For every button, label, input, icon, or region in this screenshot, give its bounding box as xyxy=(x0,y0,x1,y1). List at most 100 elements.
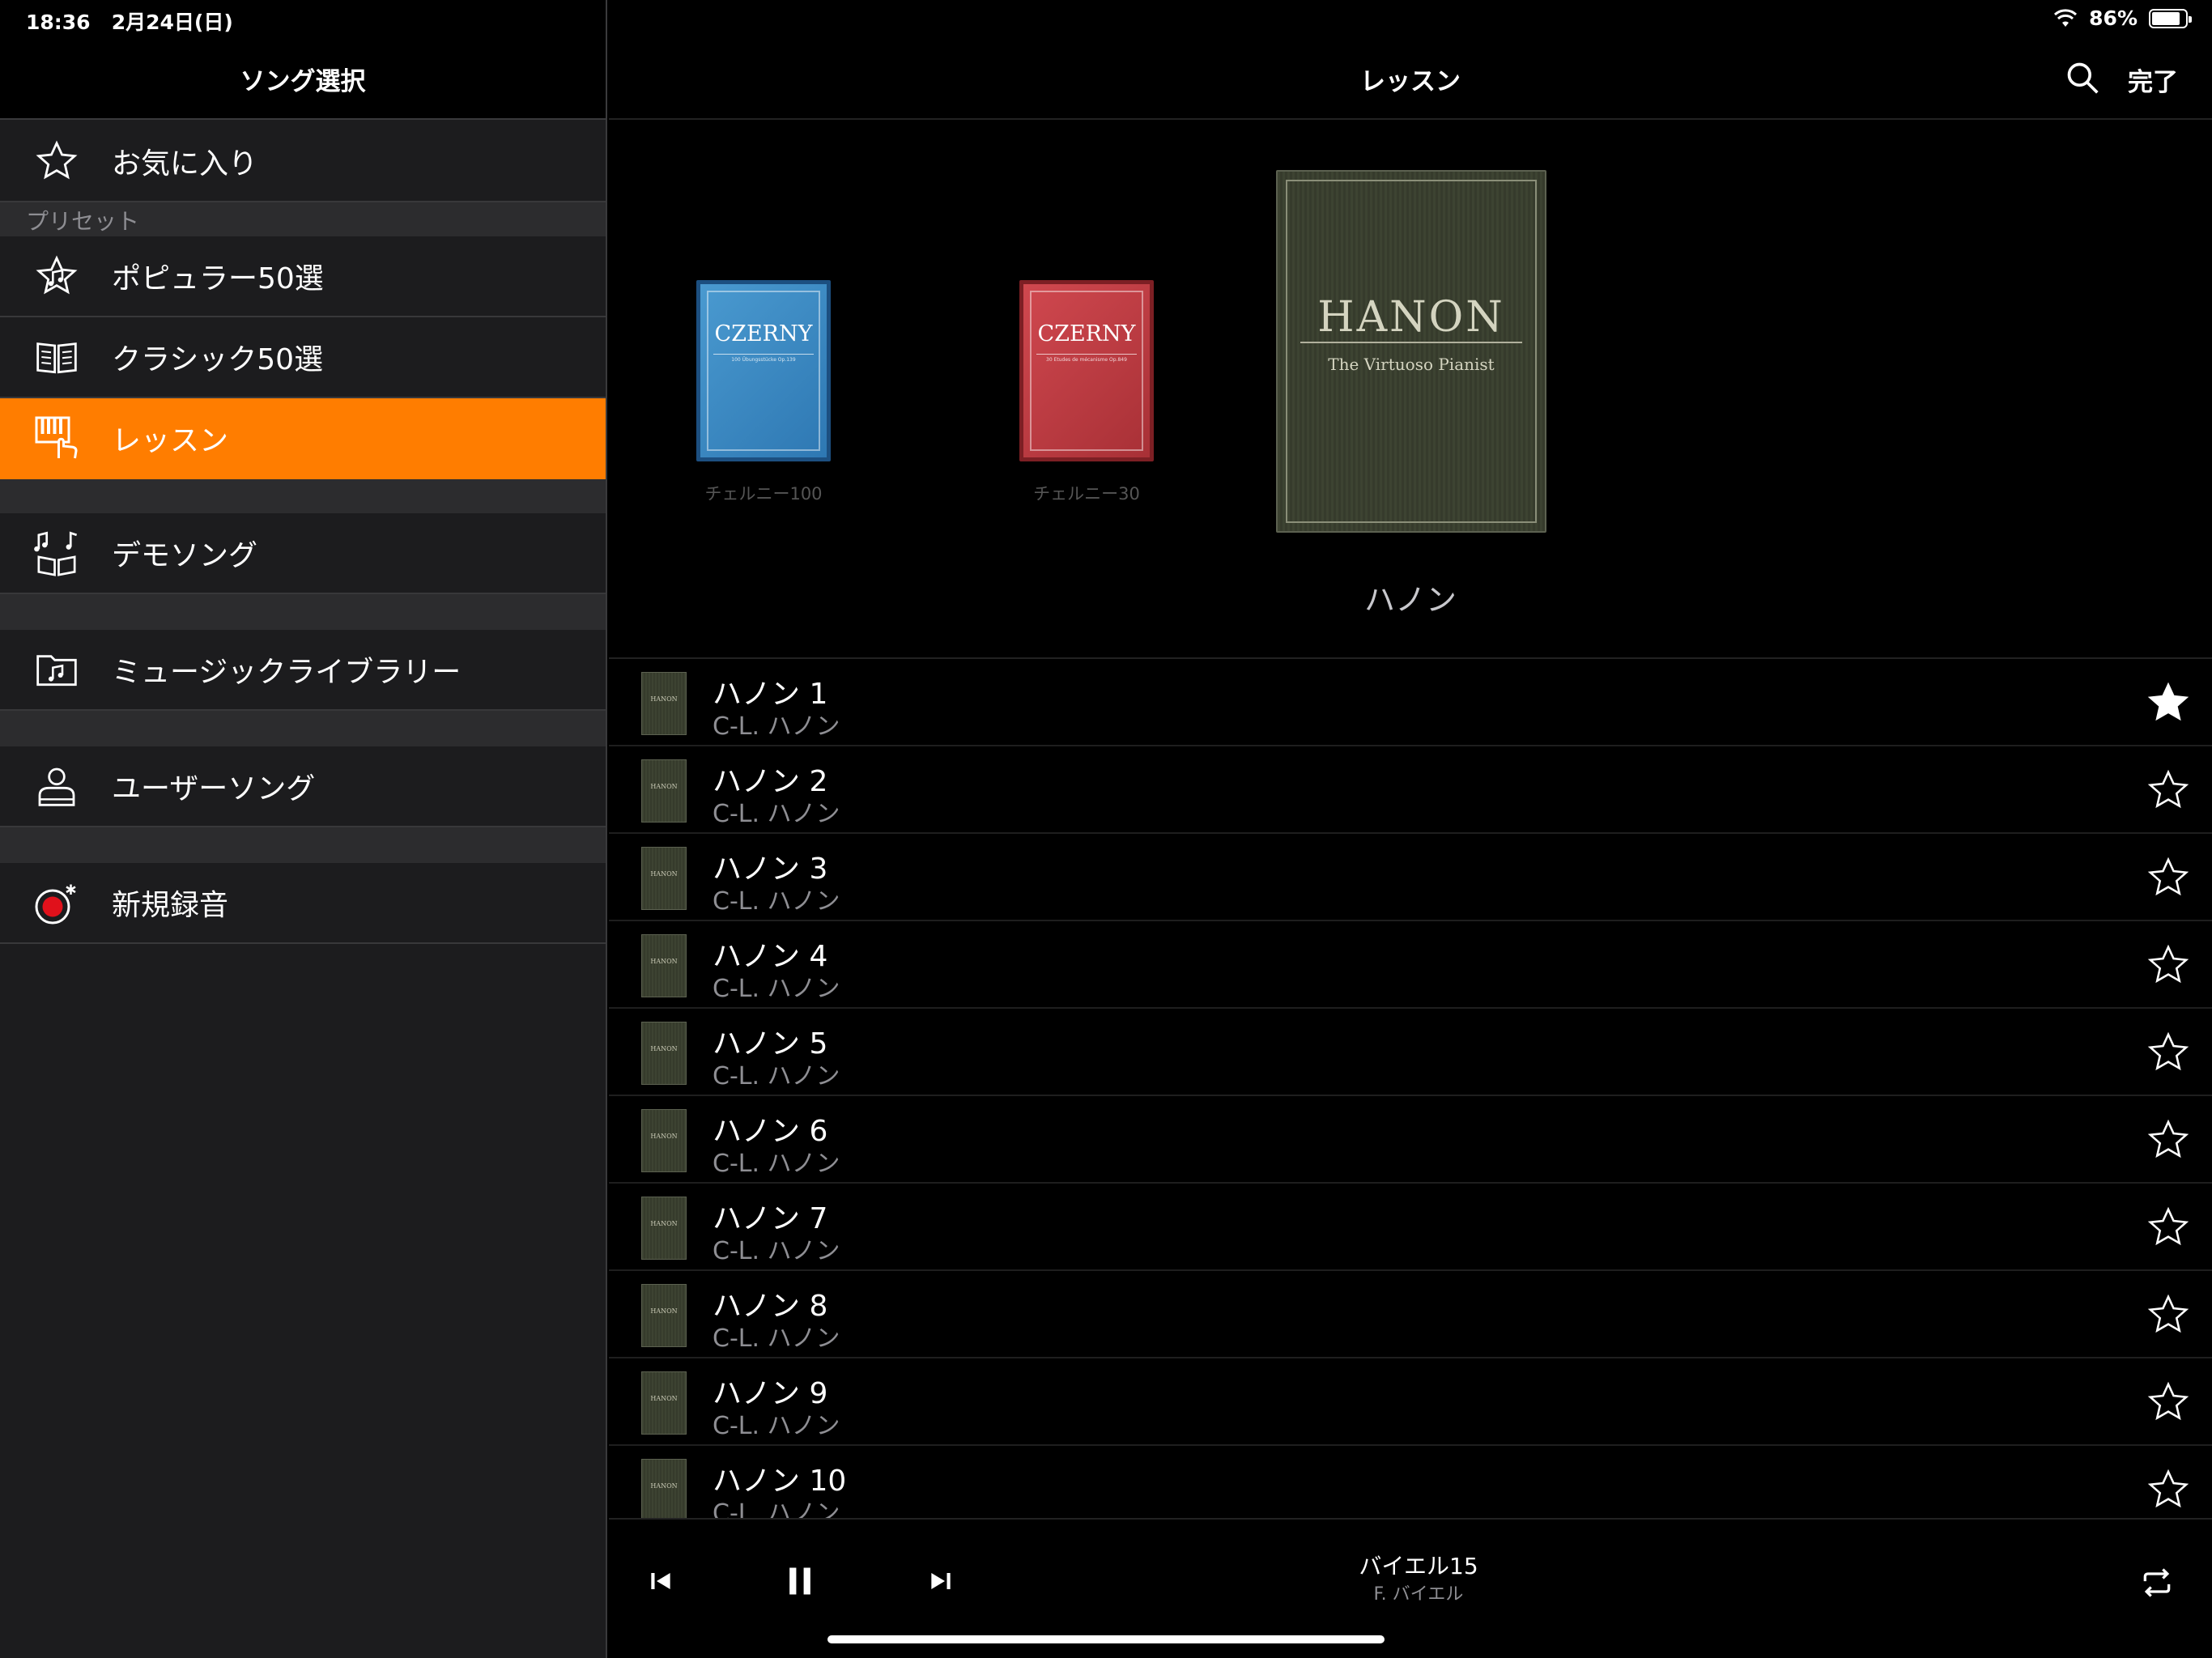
star-outline-icon[interactable] xyxy=(2146,855,2191,900)
user-icon xyxy=(28,762,86,810)
book-rule xyxy=(1300,342,1522,343)
song-artist: C-L. ハノン xyxy=(713,887,840,916)
song-row[interactable]: ハノン 9C-L. ハノン xyxy=(609,1358,2212,1446)
sidebar-item-label: 新規録音 xyxy=(112,889,229,922)
book-hanon[interactable]: HANON The Virtuoso Pianist xyxy=(1276,170,1546,533)
book-label: チェルニー100 xyxy=(704,484,823,504)
star-outline-icon xyxy=(28,137,86,185)
sidebar-item-label: ミュージックライブラリー xyxy=(112,656,462,689)
song-artist: C-L. ハノン xyxy=(713,1237,840,1265)
song-thumbnail xyxy=(641,759,687,823)
sidebar-item-music-library[interactable]: ミュージックライブラリー xyxy=(0,630,606,711)
sidebar-item-label: デモソング xyxy=(112,539,258,572)
main-panel: レッスン 完了 CZERNY 100 Übungsstücke Op.139 チ… xyxy=(609,0,2212,1658)
book-border xyxy=(1030,291,1143,451)
sidebar-item-label: クラシック50選 xyxy=(112,343,324,376)
song-row[interactable]: ハノン 4C-L. ハノン xyxy=(609,921,2212,1009)
book-subtitle: 100 Übungsstücke Op.139 xyxy=(713,354,815,363)
battery-fill xyxy=(2152,11,2180,25)
song-thumbnail xyxy=(641,1459,687,1518)
book-title: HANON xyxy=(1317,293,1505,342)
book-subtitle: The Virtuoso Pianist xyxy=(1328,355,1495,374)
book-border xyxy=(1286,180,1537,523)
sidebar-title: ソング選択 xyxy=(240,67,366,96)
sidebar-item-popular[interactable]: ポピュラー50選 xyxy=(0,236,606,317)
sidebar-item-user-songs[interactable]: ユーザーソング xyxy=(0,746,606,827)
battery-icon xyxy=(2149,8,2192,28)
done-button[interactable]: 完了 xyxy=(2128,62,2178,98)
song-thumbnail xyxy=(641,934,687,997)
song-artist: C-L. ハノン xyxy=(713,1499,840,1518)
song-artist: C-L. ハノン xyxy=(713,712,840,741)
sidebar-item-favorites[interactable]: お気に入り xyxy=(0,121,606,202)
book-title: CZERNY xyxy=(714,321,813,346)
page-title: レッスン xyxy=(1360,67,1461,96)
section-gap xyxy=(0,594,606,630)
book-czerny-100[interactable]: CZERNY 100 Übungsstücke Op.139 xyxy=(696,280,831,461)
section-gap xyxy=(0,827,606,863)
song-thumbnail xyxy=(641,847,687,910)
song-thumbnail xyxy=(641,1109,687,1172)
star-outline-icon[interactable] xyxy=(2146,1030,2191,1075)
open-book-icon xyxy=(28,333,86,381)
star-outline-icon[interactable] xyxy=(2146,1205,2191,1250)
section-gap xyxy=(0,479,606,513)
song-row[interactable]: ハノン 7C-L. ハノン xyxy=(609,1184,2212,1271)
song-artist: C-L. ハノン xyxy=(713,1062,840,1090)
sidebar-item-demo[interactable]: デモソング xyxy=(0,513,606,594)
song-artist: C-L. ハノン xyxy=(713,1150,840,1178)
battery-percent: 86% xyxy=(2089,6,2138,30)
book-label: チェルニー30 xyxy=(1033,484,1140,504)
sidebar-item-label: ポピュラー50選 xyxy=(112,262,324,295)
book-border xyxy=(707,291,820,451)
piano-hand-icon xyxy=(28,414,86,462)
song-row[interactable]: ハノン 2C-L. ハノン xyxy=(609,746,2212,834)
song-row[interactable]: ハノン 5C-L. ハノン xyxy=(609,1009,2212,1096)
folder-music-icon xyxy=(28,645,86,694)
section-label-preset: プリセット xyxy=(26,208,140,235)
star-filled-icon[interactable] xyxy=(2146,680,2191,725)
song-row[interactable]: ハノン 6C-L. ハノン xyxy=(609,1096,2212,1184)
sidebar-item-label: レッスン xyxy=(112,424,229,457)
song-thumbnail xyxy=(641,1284,687,1347)
sidebar-item-new-recording[interactable]: 新規録音 xyxy=(0,863,606,944)
search-icon[interactable] xyxy=(2065,60,2100,96)
sidebar-item-classic[interactable]: クラシック50選 xyxy=(0,317,606,398)
now-playing-title: バイエル15 xyxy=(1359,1553,1478,1579)
song-row[interactable]: ハノン 1C-L. ハノン xyxy=(609,659,2212,746)
repeat-icon[interactable] xyxy=(2139,1565,2175,1601)
song-artist: C-L. ハノン xyxy=(713,800,840,828)
star-outline-icon[interactable] xyxy=(2146,1292,2191,1337)
song-row[interactable]: ハノン 8C-L. ハノン xyxy=(609,1271,2212,1358)
section-gap xyxy=(0,711,606,746)
status-time: 18:36 2月24日(日) xyxy=(26,6,233,36)
sidebar-item-label: ユーザーソング xyxy=(112,772,316,806)
record-icon xyxy=(28,878,86,927)
now-playing-artist: F. バイエル xyxy=(1373,1584,1464,1605)
status-bar: 18:36 2月24日(日) 86% xyxy=(0,0,2212,39)
song-artist: C-L. ハノン xyxy=(713,1324,840,1353)
song-list[interactable]: ハノン 1C-L. ハノンハノン 2C-L. ハノンハノン 3C-L. ハノンハ… xyxy=(609,657,2212,1518)
song-row[interactable]: ハノン 10C-L. ハノン xyxy=(609,1446,2212,1518)
sidebar: ソング選択 お気に入り プリセット ポピュラー50選 クラシック50選 レッスン… xyxy=(0,0,607,1658)
sidebar-item-lesson[interactable]: レッスン xyxy=(0,398,606,479)
status-right: 86% xyxy=(2053,6,2192,30)
book-czerny-30[interactable]: CZERNY 30 Etudes de mécanisme Op.849 xyxy=(1019,280,1154,461)
song-thumbnail xyxy=(641,1022,687,1085)
star-outline-icon[interactable] xyxy=(2146,767,2191,813)
book-title: CZERNY xyxy=(1037,321,1136,346)
wifi-icon xyxy=(2054,8,2078,27)
song-artist: C-L. ハノン xyxy=(713,1412,840,1440)
star-outline-icon[interactable] xyxy=(2146,1467,2191,1512)
music-notes-book-icon xyxy=(28,529,86,577)
home-indicator[interactable] xyxy=(827,1635,1385,1643)
star-outline-icon[interactable] xyxy=(2146,1117,2191,1163)
song-thumbnail xyxy=(641,1371,687,1435)
book-subtitle: 30 Etudes de mécanisme Op.849 xyxy=(1036,354,1138,363)
sidebar-item-label: お気に入り xyxy=(112,147,258,181)
star-outline-icon[interactable] xyxy=(2146,942,2191,988)
song-row[interactable]: ハノン 3C-L. ハノン xyxy=(609,834,2212,921)
song-thumbnail xyxy=(641,672,687,735)
star-outline-icon[interactable] xyxy=(2146,1380,2191,1425)
status-time-text: 18:36 xyxy=(26,11,91,34)
